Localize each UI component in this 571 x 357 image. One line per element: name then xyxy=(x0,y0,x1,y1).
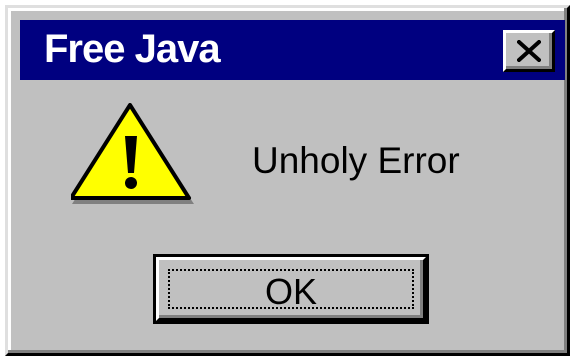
title-bar[interactable]: Free Java xyxy=(20,20,565,80)
close-icon xyxy=(517,40,541,62)
ok-button[interactable]: OK xyxy=(153,254,429,324)
dialog-window: Free Java Unholy Error OK xyxy=(5,5,570,356)
error-message: Unholy Error xyxy=(252,140,460,181)
close-button[interactable] xyxy=(503,30,555,72)
window-title: Free Java xyxy=(44,27,221,71)
ok-button-bevel: OK xyxy=(156,257,426,321)
ok-button-label: OK xyxy=(264,271,317,312)
warning-icon xyxy=(71,103,194,204)
